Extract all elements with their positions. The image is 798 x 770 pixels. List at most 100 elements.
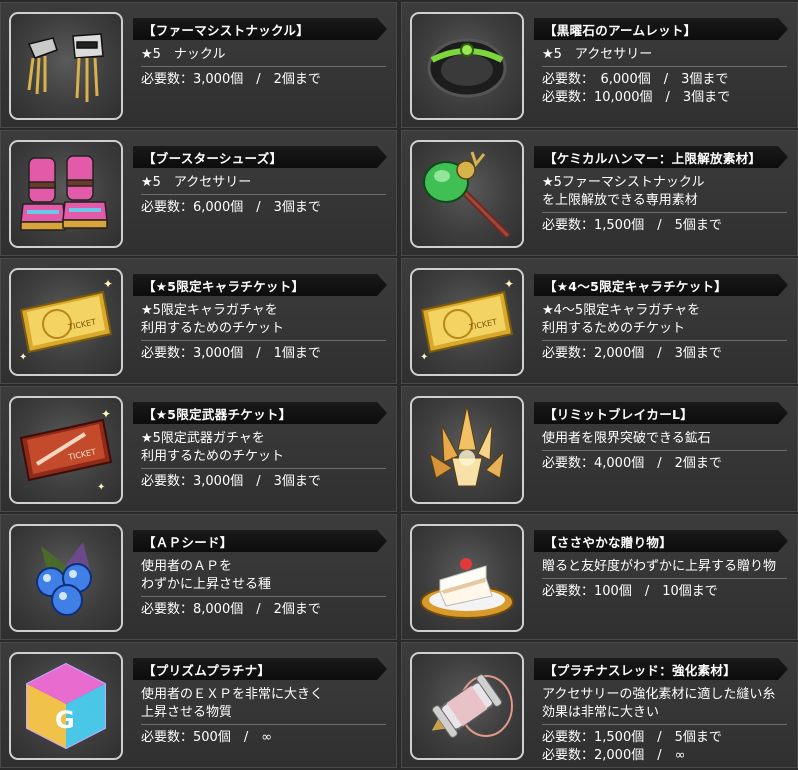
item-title: 【ＡＰシード】 bbox=[143, 535, 233, 550]
item-card-thread[interactable]: 【プラチナスレッド：強化素材】アクセサリーの強化素材に適した縫い糸効果は非常に大… bbox=[401, 642, 798, 768]
item-title-ribbon: 【ささやかな贈り物】 bbox=[534, 530, 788, 552]
svg-text:✦: ✦ bbox=[103, 277, 113, 291]
gold-ticket-icon: TICKET ✦ ✦ bbox=[410, 268, 524, 376]
item-card-limitbreak[interactable]: 【リミットブレイカーL】使用者を限界突破できる鉱石必要数：4,000個 / 2個… bbox=[401, 386, 798, 512]
item-description: 贈ると友好度がわずかに上昇する贈り物 bbox=[542, 558, 787, 579]
item-info: 使用者を限界突破できる鉱石必要数：4,000個 / 2個まで bbox=[542, 430, 787, 473]
item-title-ribbon: 【ブースターシューズ】 bbox=[133, 146, 387, 168]
item-description: ★5限定キャラガチャを bbox=[141, 303, 278, 318]
item-info: ★4～5限定キャラガチャを利用するためのチケット必要数：2,000個 / 3個ま… bbox=[542, 302, 787, 363]
item-title-ribbon: 【★4～5限定キャラチケット】 bbox=[534, 274, 788, 296]
item-description: アクセサリーの強化素材に適した縫い糸 bbox=[542, 687, 776, 702]
red-ticket-icon: TICKET ✦ ✦ bbox=[9, 396, 123, 504]
svg-text:✦: ✦ bbox=[97, 482, 105, 493]
item-title-ribbon: 【★5限定武器チケット】 bbox=[133, 402, 387, 424]
item-title: 【ファーマシストナックル】 bbox=[143, 23, 310, 38]
item-description: 利用するためのチケット bbox=[542, 320, 787, 341]
item-description: ★4～5限定キャラガチャを bbox=[542, 303, 701, 318]
item-title-ribbon: 【ケミカルハンマー：上限解放素材】 bbox=[534, 146, 788, 168]
item-title: 【★5限定キャラチケット】 bbox=[143, 279, 305, 294]
item-title-ribbon: 【★5限定キャラチケット】 bbox=[133, 274, 387, 296]
item-title-ribbon: 【プリズムプラチナ】 bbox=[133, 658, 387, 680]
item-title: 【★4～5限定キャラチケット】 bbox=[544, 279, 728, 294]
item-info: ★5限定キャラガチャを利用するためのチケット必要数：3,000個 / 1個まで bbox=[141, 302, 386, 363]
item-requirement: 必要数：1,500個 / 5個まで bbox=[542, 218, 722, 233]
item-requirement: 必要数：3,000個 / 1個まで bbox=[141, 346, 321, 361]
knuckle-icon bbox=[9, 12, 123, 120]
item-description: わずかに上昇させる種 bbox=[141, 576, 386, 597]
cake-icon bbox=[410, 524, 524, 632]
item-requirement: 必要数：8,000個 / 2個まで bbox=[141, 602, 321, 617]
item-title-ribbon: 【プラチナスレッド：強化素材】 bbox=[534, 658, 788, 680]
item-requirement: 必要数：2,000個 / ∞ bbox=[542, 748, 686, 763]
item-requirement: 必要数：500個 / ∞ bbox=[141, 730, 273, 745]
item-requirement: 必要数：1,500個 / 5個まで bbox=[542, 730, 722, 745]
item-card-prism[interactable]: G 【プリズムプラチナ】使用者のＥＸＰを非常に大きく上昇させる物質必要数：500… bbox=[0, 642, 397, 768]
item-card-gift[interactable]: 【ささやかな贈り物】贈ると友好度がわずかに上昇する贈り物必要数：100個 / 1… bbox=[401, 514, 798, 640]
item-card-armlet[interactable]: 【黒曜石のアームレット】 ★5 アクセサリー必要数： 6,000個 / 3個まで必… bbox=[401, 2, 798, 128]
item-card-farmacist[interactable]: 【ファーマシストナックル】 ★5 ナックル必要数：3,000個 / 2個まで bbox=[0, 2, 397, 128]
item-description: ★5限定武器ガチャを bbox=[141, 431, 265, 446]
item-requirement: 必要数：2,000個 / 3個まで bbox=[542, 346, 722, 361]
thread-spool-icon bbox=[410, 652, 524, 760]
item-title-ribbon: 【リミットブレイカーL】 bbox=[534, 402, 788, 424]
item-requirement: 必要数：10,000個 / 3個まで bbox=[542, 90, 731, 105]
item-requirement: 必要数： 6,000個 / 3個まで bbox=[542, 72, 729, 87]
gold-ticket-icon: TICKET ✦ ✦ bbox=[9, 268, 123, 376]
item-description: を上限解放できる専用素材 bbox=[542, 192, 787, 213]
item-description: 利用するためのチケット bbox=[141, 448, 386, 469]
item-title: 【黒曜石のアームレット】 bbox=[544, 23, 697, 38]
berries-icon bbox=[9, 524, 123, 632]
item-info: ★5限定武器ガチャを利用するためのチケット必要数：3,000個 / 3個まで bbox=[141, 430, 386, 491]
item-description: 使用者のＡＰを bbox=[141, 559, 233, 574]
item-title: 【ささやかな贈り物】 bbox=[544, 535, 673, 550]
prism-cube-icon: G bbox=[9, 652, 123, 760]
item-requirement: 必要数：3,000個 / 2個まで bbox=[141, 72, 321, 87]
item-title-ribbon: 【ファーマシストナックル】 bbox=[133, 18, 387, 40]
item-description: ★5 ナックル bbox=[141, 46, 386, 67]
item-requirement: 必要数：3,000個 / 3個まで bbox=[141, 474, 321, 489]
item-title: 【プラチナスレッド：強化素材】 bbox=[544, 663, 737, 678]
item-title: 【ケミカルハンマー：上限解放素材】 bbox=[544, 151, 762, 166]
item-card-ticket5[interactable]: TICKET ✦ ✦ 【★5限定キャラチケット】 ★5限定キャラガチャを利用するた… bbox=[0, 258, 397, 384]
item-info: 使用者のＥＸＰを非常に大きく上昇させる物質必要数：500個 / ∞ bbox=[141, 686, 386, 747]
item-title-ribbon: 【ＡＰシード】 bbox=[133, 530, 387, 552]
svg-text:✦: ✦ bbox=[504, 277, 514, 291]
crystal-icon bbox=[410, 396, 524, 504]
item-card-apseed[interactable]: 【ＡＰシード】 使用者のＡＰをわずかに上昇させる種必要数：8,000個 / 2個ま… bbox=[0, 514, 397, 640]
svg-text:✦: ✦ bbox=[101, 407, 111, 421]
item-info: ★5 アクセサリー必要数：6,000個 / 3個まで bbox=[141, 174, 386, 217]
item-info: ★5 アクセサリー必要数： 6,000個 / 3個まで 必要数：10,000個 /… bbox=[542, 46, 787, 107]
item-info: アクセサリーの強化素材に適した縫い糸効果は非常に大きい必要数：1,500個 / … bbox=[542, 686, 787, 765]
item-title: 【プリズムプラチナ】 bbox=[143, 663, 271, 678]
hammer-icon bbox=[410, 140, 524, 248]
item-description: ★5 アクセサリー bbox=[542, 46, 787, 67]
svg-text:G: G bbox=[55, 706, 75, 734]
svg-text:✦: ✦ bbox=[19, 352, 27, 363]
item-info: 使用者のＡＰをわずかに上昇させる種必要数：8,000個 / 2個まで bbox=[141, 558, 386, 619]
item-card-hammer[interactable]: 【ケミカルハンマー：上限解放素材】 ★5ファーマシストナックルを上限解放できる専用… bbox=[401, 130, 798, 256]
item-description: 利用するためのチケット bbox=[141, 320, 386, 341]
item-title-ribbon: 【黒曜石のアームレット】 bbox=[534, 18, 788, 40]
item-info: 贈ると友好度がわずかに上昇する贈り物必要数：100個 / 10個まで bbox=[542, 558, 787, 601]
item-info: ★5ファーマシストナックルを上限解放できる専用素材必要数：1,500個 / 5個… bbox=[542, 174, 787, 235]
item-requirement: 必要数：6,000個 / 3個まで bbox=[141, 200, 321, 215]
item-description: 使用者を限界突破できる鉱石 bbox=[542, 430, 787, 451]
item-card-booster[interactable]: 【ブースターシューズ】 ★5 アクセサリー必要数：6,000個 / 3個まで bbox=[0, 130, 397, 256]
item-card-ticket45[interactable]: TICKET ✦ ✦ 【★4～5限定キャラチケット】 ★4～5限定キャラガチャを利… bbox=[401, 258, 798, 384]
shop-item-grid: 【ファーマシストナックル】 ★5 ナックル必要数：3,000個 / 2個まで 【黒… bbox=[0, 0, 798, 770]
item-description: 効果は非常に大きい bbox=[542, 704, 787, 725]
armlet-icon bbox=[410, 12, 524, 120]
item-info: ★5 ナックル必要数：3,000個 / 2個まで bbox=[141, 46, 386, 89]
item-title: 【ブースターシューズ】 bbox=[143, 151, 283, 166]
item-requirement: 必要数：100個 / 10個まで bbox=[542, 584, 718, 599]
item-card-weaponticket[interactable]: TICKET ✦ ✦ 【★5限定武器チケット】 ★5限定武器ガチャを利用するための… bbox=[0, 386, 397, 512]
item-title: 【★5限定武器チケット】 bbox=[143, 407, 292, 422]
svg-text:✦: ✦ bbox=[420, 352, 428, 363]
item-description: ★5ファーマシストナックル bbox=[542, 175, 705, 190]
item-description: 上昇させる物質 bbox=[141, 704, 386, 725]
item-title: 【リミットブレイカーL】 bbox=[544, 407, 694, 422]
item-description: 使用者のＥＸＰを非常に大きく bbox=[141, 687, 324, 702]
item-requirement: 必要数：4,000個 / 2個まで bbox=[542, 456, 722, 471]
item-description: ★5 アクセサリー bbox=[141, 174, 386, 195]
